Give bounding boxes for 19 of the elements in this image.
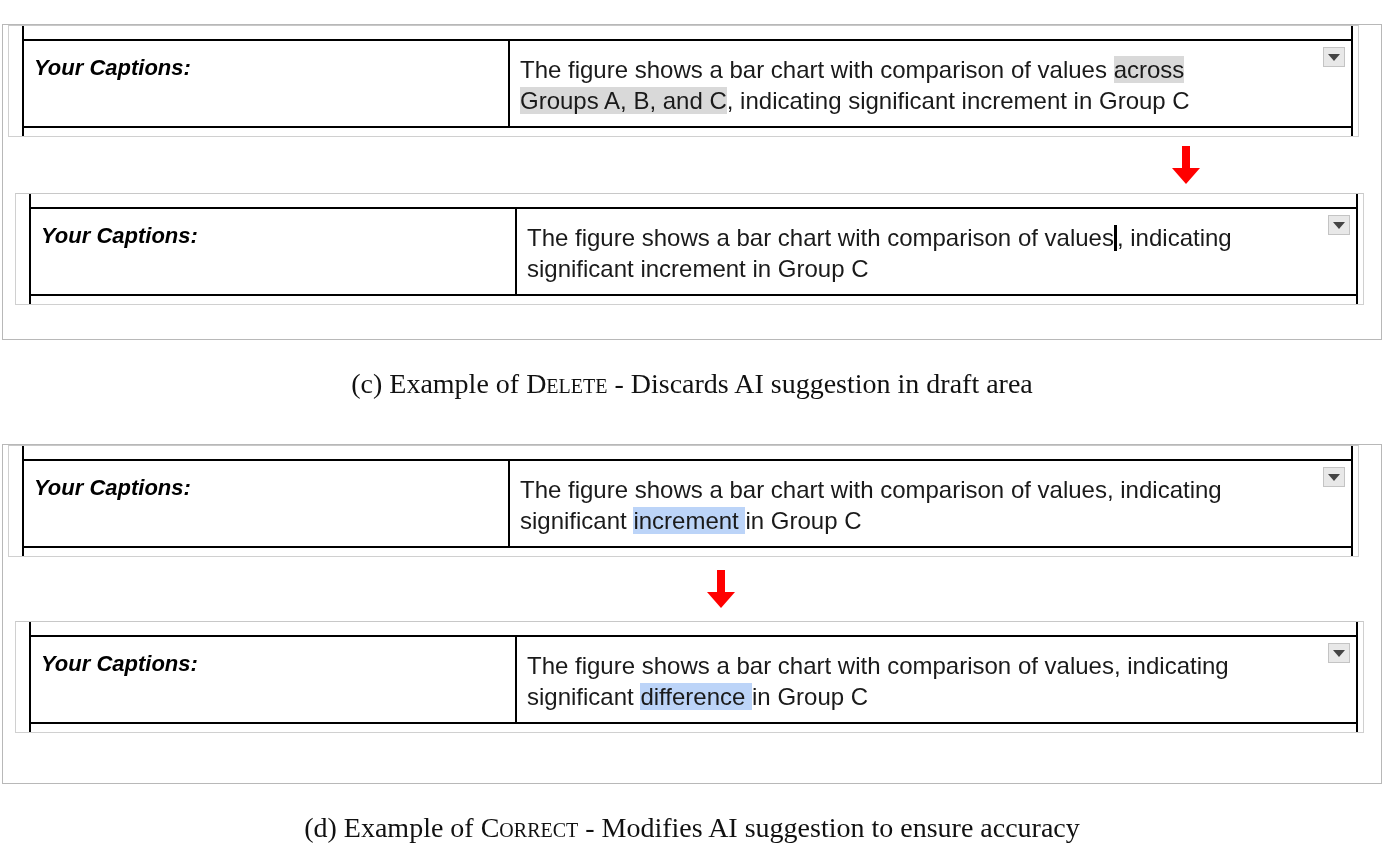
caption-text[interactable]: The figure shows a bar chart with comparison of values, indicating significant increment in Group C (527, 222, 1246, 284)
figure-caption: (d) Example of Correct - Modifies AI suggestion to ensure accuracy (304, 812, 1080, 844)
caption-text[interactable]: The figure shows a bar chart with comparison of values, indicating significant increment in Group C (520, 474, 1241, 536)
down-arrow (1171, 146, 1201, 184)
caret-icon (1333, 221, 1345, 229)
caption-text[interactable]: The figure shows a bar chart with comparison of values, indicating significant difference in Group C (527, 650, 1246, 712)
field-label: Your Captions: (34, 475, 191, 501)
down-arrow (706, 570, 736, 608)
caret-icon (1333, 649, 1345, 657)
caret-icon (1328, 473, 1340, 481)
field-label: Your Captions: (34, 55, 191, 81)
dropdown-button[interactable] (1328, 643, 1350, 663)
dropdown-button[interactable] (1323, 47, 1345, 67)
field-label: Your Captions: (41, 223, 198, 249)
caret-icon (1328, 53, 1340, 61)
figure-caption: (c) Example of Delete - Discards AI suggestion in draft area (351, 368, 1033, 400)
dropdown-button[interactable] (1328, 215, 1350, 235)
dropdown-button[interactable] (1323, 467, 1345, 487)
field-label: Your Captions: (41, 651, 198, 677)
